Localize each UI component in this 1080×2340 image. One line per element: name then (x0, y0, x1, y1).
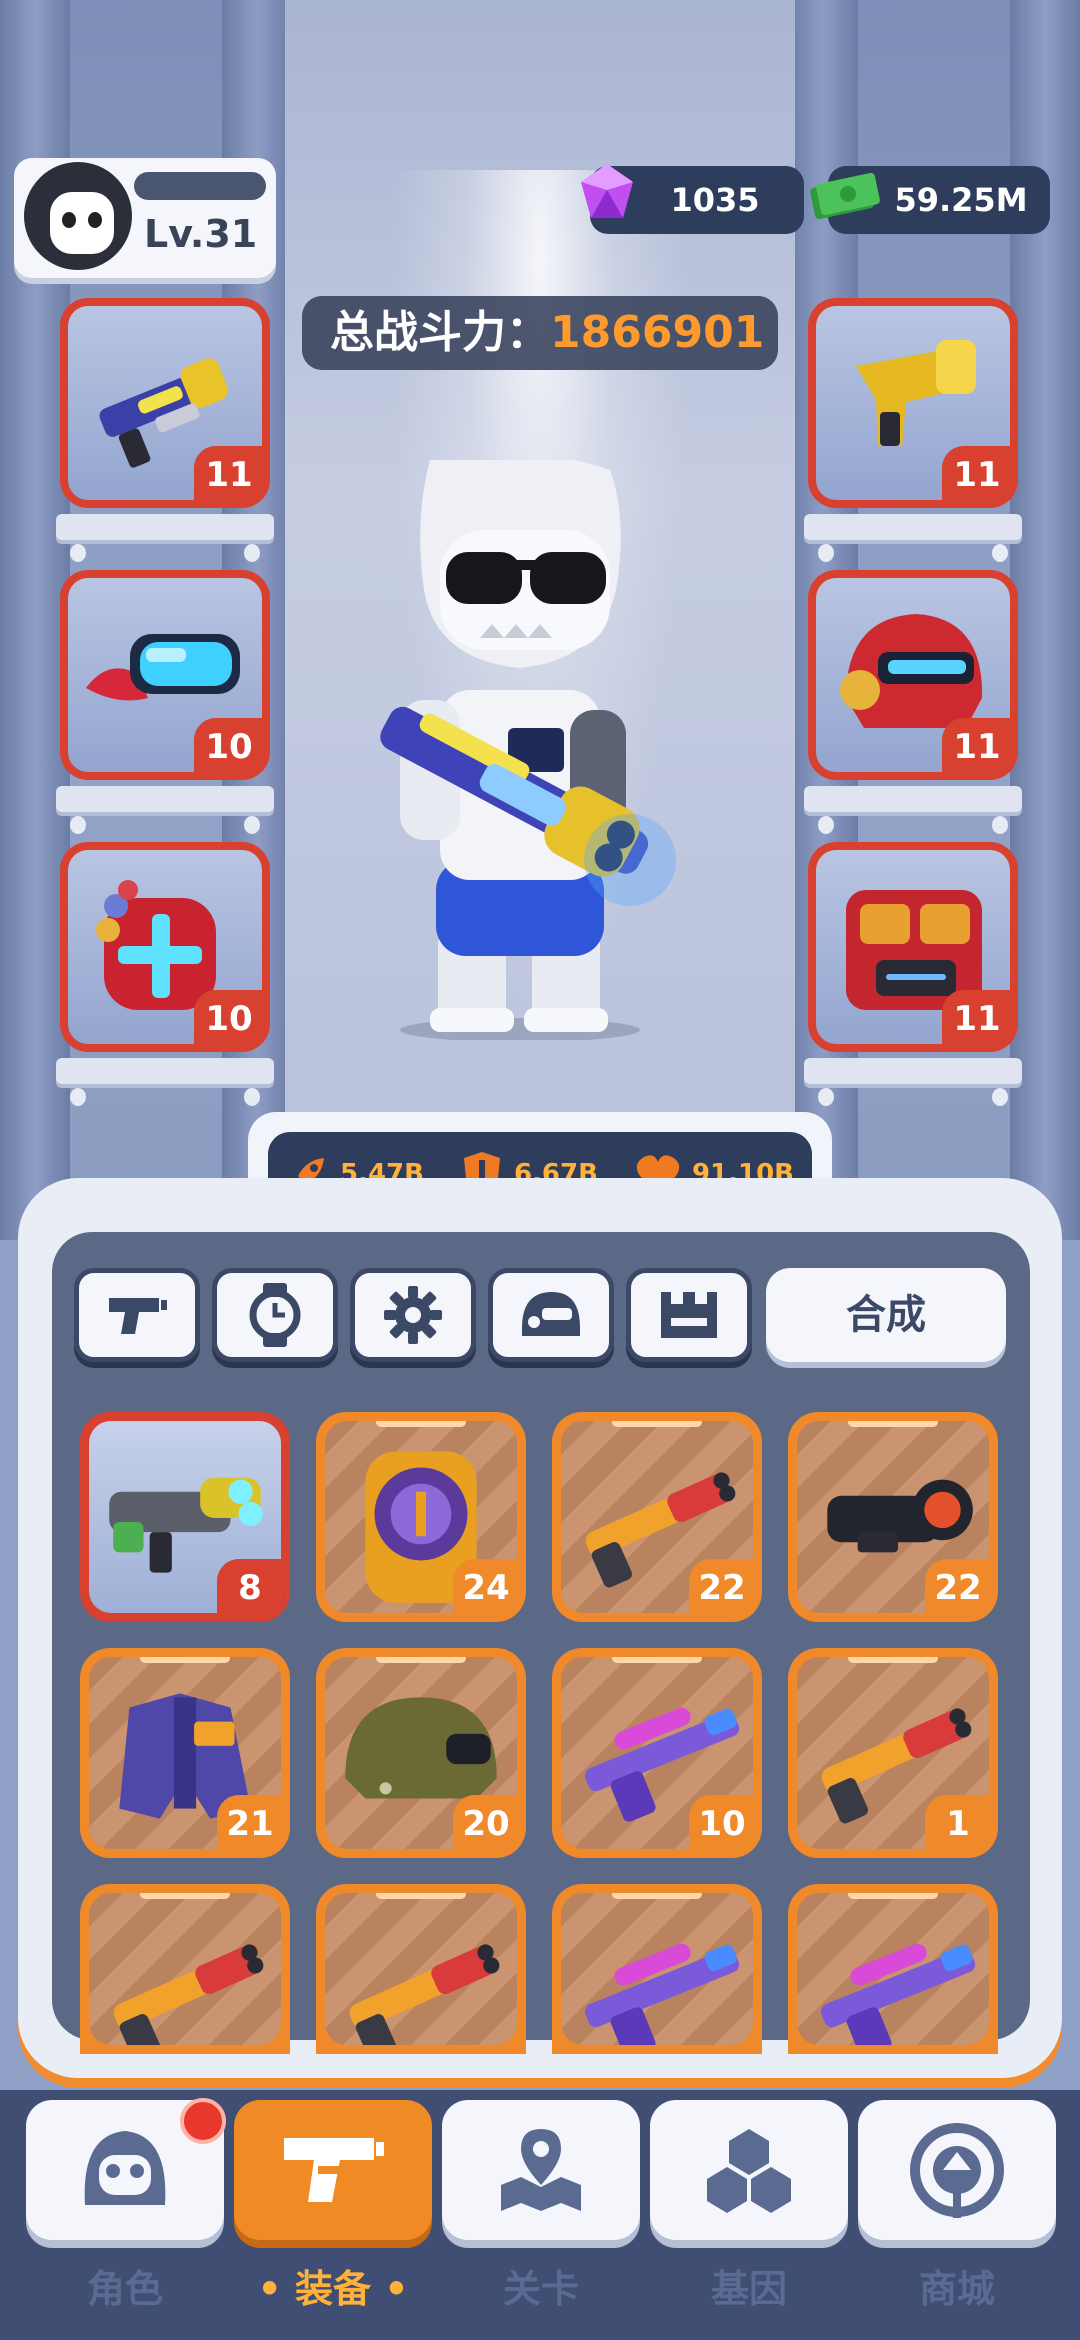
inventory-item[interactable] (552, 1884, 762, 2054)
armor-tab-icon (661, 1292, 717, 1338)
equip-slot-weapon[interactable]: 11 (60, 298, 270, 508)
xp-bar (134, 172, 266, 200)
nav-stages-label: 关卡 (502, 2267, 579, 2311)
equip-slot-pistol[interactable]: 11 (808, 298, 1018, 508)
inventory-item[interactable]: 8 (80, 1412, 290, 1622)
inventory-item[interactable]: 20 (316, 1648, 526, 1858)
slot-level: 11 (942, 990, 1010, 1044)
player-level: Lv.31 (144, 212, 258, 256)
notification-badge (180, 2098, 226, 2144)
item-count: 24 (453, 1559, 517, 1613)
equipment-icon (284, 2138, 384, 2202)
total-power-label: 总战斗力： (330, 307, 550, 358)
slot-level: 11 (942, 446, 1010, 500)
shotgun-icon (349, 1944, 500, 2045)
slot-level: 11 (194, 446, 262, 500)
inventory-item[interactable]: 1 (788, 1648, 998, 1858)
hero-character[interactable] (360, 460, 680, 1040)
inventory-item[interactable]: 22 (552, 1412, 762, 1622)
helmet-tab-icon (522, 1292, 580, 1336)
slot-level: 11 (942, 718, 1010, 772)
gear-tab-icon (384, 1286, 442, 1344)
nav-shop[interactable] (858, 2100, 1056, 2240)
inventory-item[interactable]: 22 (788, 1412, 998, 1622)
nav-equipment[interactable] (234, 2100, 432, 2240)
item-count: 1 (925, 1795, 989, 1849)
map-icon (501, 2129, 581, 2211)
equip-slot-armor[interactable]: 11 (808, 842, 1018, 1052)
shelf (56, 786, 274, 834)
shelf (56, 514, 274, 562)
tab-watch[interactable] (212, 1268, 338, 1362)
equip-slot-helmet[interactable]: 11 (808, 570, 1018, 780)
nav-genes-label: 基因 (710, 2267, 787, 2311)
item-count: 22 (689, 1559, 753, 1613)
avatar[interactable] (20, 158, 136, 274)
player-profile[interactable]: Lv.31 (14, 158, 276, 278)
slot-level: 10 (194, 718, 262, 772)
sniper-rifle-icon (821, 1943, 976, 2045)
item-count: 22 (925, 1559, 989, 1613)
nav-shop-label: 商城 (918, 2267, 995, 2311)
gem-count: 1035 (670, 181, 760, 219)
item-count: 21 (217, 1795, 281, 1849)
gem-icon (581, 164, 633, 218)
total-power: 总战斗力：1866901 (302, 296, 778, 370)
item-count: 10 (689, 1795, 753, 1849)
shelf (56, 1058, 274, 1106)
tab-weapons[interactable] (74, 1268, 200, 1362)
nav-genes[interactable] (650, 2100, 848, 2240)
gene-icon (707, 2129, 791, 2213)
shotgun-icon (113, 1944, 264, 2045)
gun-tab-icon (109, 1298, 167, 1334)
shop-icon (910, 2123, 1004, 2218)
shelf (804, 514, 1022, 562)
nav-character-label: 角色 (86, 2267, 163, 2311)
tab-gear[interactable] (350, 1268, 476, 1362)
item-count: 8 (217, 1559, 281, 1613)
equip-slot-goggles[interactable]: 10 (60, 570, 270, 780)
nav-equipment-label: • 装备 • (257, 2267, 409, 2311)
inventory-item[interactable] (80, 1884, 290, 2054)
total-power-value: 1866901 (550, 307, 765, 358)
inventory-item[interactable]: 10 (552, 1648, 762, 1858)
tab-helmet[interactable] (488, 1268, 614, 1362)
inventory-item[interactable]: 24 (316, 1412, 526, 1622)
tab-armor[interactable] (626, 1268, 752, 1362)
combine-button[interactable]: 合成 (766, 1268, 1006, 1362)
shelf (804, 786, 1022, 834)
character-icon (84, 2131, 166, 2205)
slot-level: 10 (194, 990, 262, 1044)
sniper-rifle-icon (585, 1943, 740, 2045)
item-count: 20 (453, 1795, 517, 1849)
nav-stages[interactable] (442, 2100, 640, 2240)
inventory-item[interactable]: 21 (80, 1648, 290, 1858)
watch-tab-icon (249, 1283, 301, 1347)
cash-icon (810, 172, 880, 220)
inventory-item[interactable] (788, 1884, 998, 2054)
equip-slot-gear[interactable]: 10 (60, 842, 270, 1052)
shelf (804, 1058, 1022, 1106)
inventory-item[interactable] (316, 1884, 526, 2054)
